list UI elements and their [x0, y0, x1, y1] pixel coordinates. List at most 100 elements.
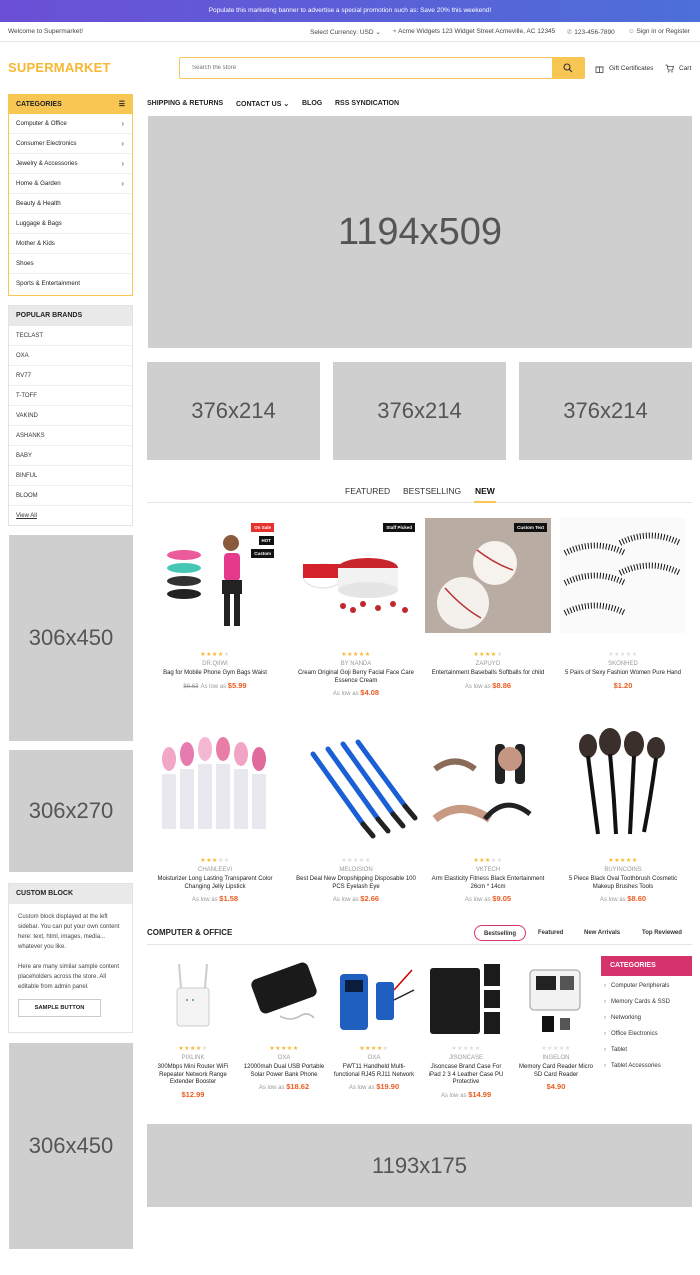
- nav-blog[interactable]: BLOG: [302, 100, 322, 107]
- brand-link[interactable]: T-TOFF: [9, 386, 132, 406]
- tab-new-arrivals[interactable]: New Arrivals: [575, 925, 629, 941]
- category-item[interactable]: Shoes: [9, 254, 132, 274]
- product-name[interactable]: FWT11 Handheld Multi-functional RJ45 RJ1…: [330, 1064, 418, 1079]
- address-link[interactable]: ⌖ Acme Widgets 123 Widget Street Acmevil…: [393, 28, 555, 36]
- product-image[interactable]: [425, 724, 551, 839]
- product-name[interactable]: Moisturizer Long Lasting Transparent Col…: [152, 876, 278, 891]
- product-brand[interactable]: SKONHED: [560, 661, 686, 667]
- product-image[interactable]: [512, 960, 600, 1040]
- product-name[interactable]: Entertainment Baseballs Softballs for ch…: [425, 670, 551, 678]
- product-brand[interactable]: JISONCASE: [422, 1055, 510, 1061]
- product-card[interactable]: ★★★★★ CHANLEEVI Moisturizer Long Lasting…: [152, 724, 278, 903]
- product-name[interactable]: Arm Elasticity Fitness Black Entertainme…: [425, 876, 551, 891]
- brand-link[interactable]: TECLAST: [9, 326, 132, 346]
- category-item[interactable]: Jewelry & Accessories ›: [9, 154, 132, 174]
- product-card[interactable]: ★★★★★ PIXLINK 300Mbps Mini Router WiFi R…: [149, 960, 237, 1099]
- tab-new[interactable]: NEW: [475, 486, 495, 496]
- product-image[interactable]: [422, 960, 510, 1040]
- product-brand[interactable]: ZAPUYO: [425, 661, 551, 667]
- brand-link[interactable]: BLOOM: [9, 486, 132, 506]
- product-image[interactable]: Staff Picked: [293, 518, 419, 633]
- site-logo[interactable]: SUPERMARKET: [8, 60, 111, 75]
- category-item[interactable]: Home & Garden ›: [9, 174, 132, 194]
- subcategory-link[interactable]: Tablet Accessories: [601, 1058, 692, 1074]
- product-brand[interactable]: BY NANDA: [293, 661, 419, 667]
- product-brand[interactable]: VKTECH: [425, 867, 551, 873]
- product-image[interactable]: [240, 960, 328, 1040]
- category-item[interactable]: Luggage & Bags: [9, 214, 132, 234]
- cart-link[interactable]: Cart: [665, 64, 691, 73]
- category-item[interactable]: Computer & Office ›: [9, 114, 132, 134]
- currency-select[interactable]: Select Currency: USD ⌄: [310, 28, 381, 36]
- sidebar-banner-2[interactable]: 306x270: [9, 750, 133, 872]
- tab-bestselling-small[interactable]: Bestselling: [474, 925, 527, 941]
- product-image[interactable]: [560, 518, 686, 633]
- product-card[interactable]: ★★★★★ VKTECH Arm Elasticity Fitness Blac…: [425, 724, 551, 903]
- phone-link[interactable]: ✆ 123-456-7890: [567, 28, 615, 36]
- search-button[interactable]: [552, 58, 584, 78]
- tab-featured[interactable]: FEATURED: [345, 486, 390, 496]
- bottom-banner[interactable]: 1193x175: [147, 1124, 692, 1207]
- category-item[interactable]: Sports & Entertainment: [9, 274, 132, 294]
- product-image[interactable]: [149, 960, 237, 1040]
- product-name[interactable]: 5 Piece Black Oval Toothbrush Cosmetic M…: [560, 876, 686, 891]
- account-link[interactable]: ☺ Sign in or Register: [628, 28, 690, 35]
- hero-banner[interactable]: 1194x509: [148, 116, 692, 348]
- subcategory-link[interactable]: Computer Peripherals: [601, 978, 692, 994]
- tab-bestselling[interactable]: BESTSELLING: [403, 486, 461, 496]
- subcategory-link[interactable]: Memory Cards & SSD: [601, 994, 692, 1010]
- gift-certificates-link[interactable]: Gift Certificates: [595, 64, 653, 73]
- product-name[interactable]: Jisoncase Brand Case For iPad 2 3 4 Leat…: [422, 1064, 510, 1087]
- sidebar-banner-3[interactable]: 306x450: [9, 1043, 133, 1249]
- search-input[interactable]: [180, 58, 552, 78]
- product-image[interactable]: [293, 724, 419, 839]
- product-image[interactable]: [560, 724, 686, 839]
- product-name[interactable]: 5 Pairs of Sexy Fashion Women Pure Hand: [560, 670, 686, 678]
- product-image[interactable]: On Sale HOT Custom: [152, 518, 278, 633]
- brand-link[interactable]: BABY: [9, 446, 132, 466]
- product-card[interactable]: ★★★★★ SKONHED 5 Pairs of Sexy Fashion Wo…: [560, 518, 686, 690]
- product-name[interactable]: Bag for Mobile Phone Gym Bags Waist: [152, 670, 278, 678]
- product-brand[interactable]: INGELON: [512, 1055, 600, 1061]
- sample-button[interactable]: SAMPLE BUTTON: [18, 999, 101, 1017]
- product-card[interactable]: ★★★★★ INGELON Memory Card Reader Micro S…: [512, 960, 600, 1091]
- product-card[interactable]: Staff Picked ★★★★★ BY NANDA Cream Origin…: [293, 518, 419, 697]
- subcategory-link[interactable]: Tablet: [601, 1042, 692, 1058]
- product-brand[interactable]: MELOISION: [293, 867, 419, 873]
- brand-link[interactable]: BINFUL: [9, 466, 132, 486]
- category-item[interactable]: Mother & Kids: [9, 234, 132, 254]
- product-name[interactable]: Cream Original Goji Berry Facial Face Ca…: [293, 670, 419, 685]
- tab-top-reviewed[interactable]: Top Reviewed: [633, 925, 691, 941]
- promo-banner-1[interactable]: 376x214: [147, 362, 320, 460]
- nav-rss-syndication[interactable]: RSS SYNDICATION: [335, 100, 399, 107]
- product-brand[interactable]: PIXLINK: [149, 1055, 237, 1061]
- nav-shipping-returns[interactable]: SHIPPING & RETURNS: [147, 100, 223, 107]
- product-card[interactable]: ★★★★★ MELOISION Best Deal New Dropshippi…: [293, 724, 419, 903]
- sidebar-banner-1[interactable]: 306x450: [9, 535, 133, 741]
- product-brand[interactable]: OXA: [330, 1055, 418, 1061]
- product-image[interactable]: Custom Text: [425, 518, 551, 633]
- product-card[interactable]: Custom Text ★★★★★ ZAPUYO Entertainment B…: [425, 518, 551, 690]
- product-card[interactable]: On Sale HOT Custom ★★★★★ DR.QIIWI Bag fo…: [152, 518, 278, 690]
- promo-banner-3[interactable]: 376x214: [519, 362, 692, 460]
- product-brand[interactable]: DR.QIIWI: [152, 661, 278, 667]
- product-card[interactable]: ★★★★★ BUYINCOINS 5 Piece Black Oval Toot…: [560, 724, 686, 903]
- product-card[interactable]: ★★★★★ OXA 12000mah Dual USB Portable Sol…: [240, 960, 328, 1091]
- product-brand[interactable]: BUYINCOINS: [560, 867, 686, 873]
- tab-featured-small[interactable]: Featured: [529, 925, 572, 941]
- category-item[interactable]: Consumer Electronics ›: [9, 134, 132, 154]
- brand-link[interactable]: ASHANKS: [9, 426, 132, 446]
- product-name[interactable]: 12000mah Dual USB Portable Solar Power B…: [240, 1064, 328, 1079]
- subcategory-link[interactable]: Office Electronics: [601, 1026, 692, 1042]
- category-item[interactable]: Beauty & Health: [9, 194, 132, 214]
- product-image[interactable]: [330, 960, 418, 1040]
- product-card[interactable]: ★★★★★ OXA FWT11 Handheld Multi-functiona…: [330, 960, 418, 1091]
- product-name[interactable]: 300Mbps Mini Router WiFi Repeater Networ…: [149, 1064, 237, 1087]
- brand-link[interactable]: RV77: [9, 366, 132, 386]
- view-all-brands-link[interactable]: View All: [9, 506, 132, 526]
- product-name[interactable]: Best Deal New Dropshipping Disposable 10…: [293, 876, 419, 891]
- promo-banner-2[interactable]: 376x214: [333, 362, 506, 460]
- product-brand[interactable]: CHANLEEVI: [152, 867, 278, 873]
- product-brand[interactable]: OXA: [240, 1055, 328, 1061]
- brand-link[interactable]: VAKIND: [9, 406, 132, 426]
